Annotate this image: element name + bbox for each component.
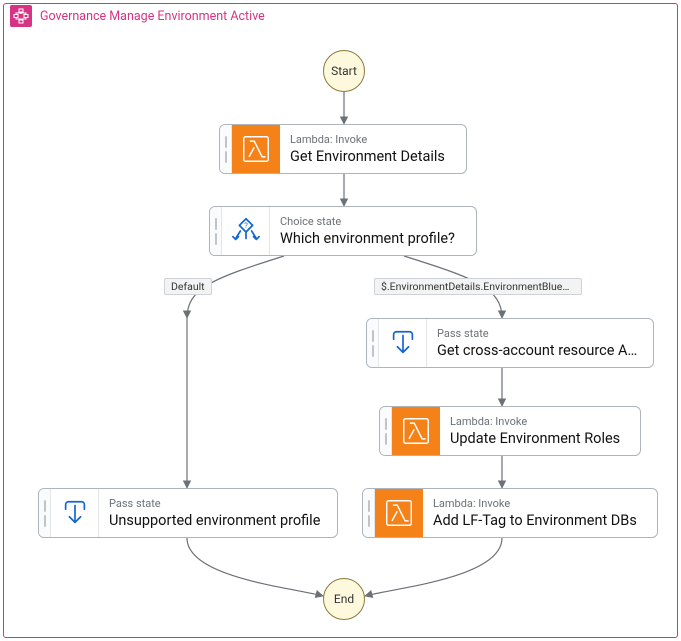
svg-text:?: ? (244, 221, 248, 230)
state-type-label: Pass state (109, 497, 327, 510)
state-name: Add LF-Tag to Environment DBs (433, 512, 647, 529)
pass-icon (379, 319, 427, 367)
drag-handle[interactable] (363, 489, 375, 537)
edge-label-match: $.EnvironmentDetails.EnvironmentBluep… (374, 278, 582, 295)
state-unsupported-profile[interactable]: Pass state Unsupported environment profi… (38, 488, 338, 538)
lambda-icon (232, 125, 280, 173)
edge-label-default: Default (164, 278, 212, 295)
drag-handle[interactable] (220, 125, 232, 173)
state-name: Which environment profile? (280, 230, 466, 247)
workflow-frame: Governance Manage Environment Active Sta (3, 3, 678, 638)
state-update-environment-roles[interactable]: Lambda: Invoke Update Environment Roles (379, 406, 641, 456)
state-name: Update Environment Roles (450, 430, 630, 447)
state-type-label: Choice state (280, 215, 466, 228)
drag-handle[interactable] (380, 407, 392, 455)
state-get-environment-details[interactable]: Lambda: Invoke Get Environment Details (219, 124, 467, 174)
workflow-header: Governance Manage Environment Active (4, 4, 677, 28)
state-type-label: Lambda: Invoke (450, 415, 630, 428)
pass-icon (51, 489, 99, 537)
state-type-label: Lambda: Invoke (290, 133, 456, 146)
start-node[interactable]: Start (323, 50, 365, 92)
choice-icon: ? (222, 207, 270, 255)
workflow-canvas[interactable]: Start Lambda: Invoke Get Environment Det… (4, 28, 677, 637)
step-functions-icon (10, 5, 32, 27)
lambda-icon (375, 489, 423, 537)
drag-handle[interactable] (367, 319, 379, 367)
workflow-title: Governance Manage Environment Active (40, 9, 265, 24)
drag-handle[interactable] (210, 207, 222, 255)
state-name: Get cross-account resource ARNs (437, 342, 643, 359)
state-which-environment-profile[interactable]: ? Choice state Which environment profile… (209, 206, 477, 256)
state-name: Get Environment Details (290, 148, 456, 165)
end-node[interactable]: End (323, 578, 365, 620)
state-get-cross-account-arns[interactable]: Pass state Get cross-account resource AR… (366, 318, 654, 368)
state-name: Unsupported environment profile (109, 512, 327, 529)
state-type-label: Pass state (437, 327, 643, 340)
lambda-icon (392, 407, 440, 455)
state-add-lf-tag[interactable]: Lambda: Invoke Add LF-Tag to Environment… (362, 488, 658, 538)
drag-handle[interactable] (39, 489, 51, 537)
state-type-label: Lambda: Invoke (433, 497, 647, 510)
